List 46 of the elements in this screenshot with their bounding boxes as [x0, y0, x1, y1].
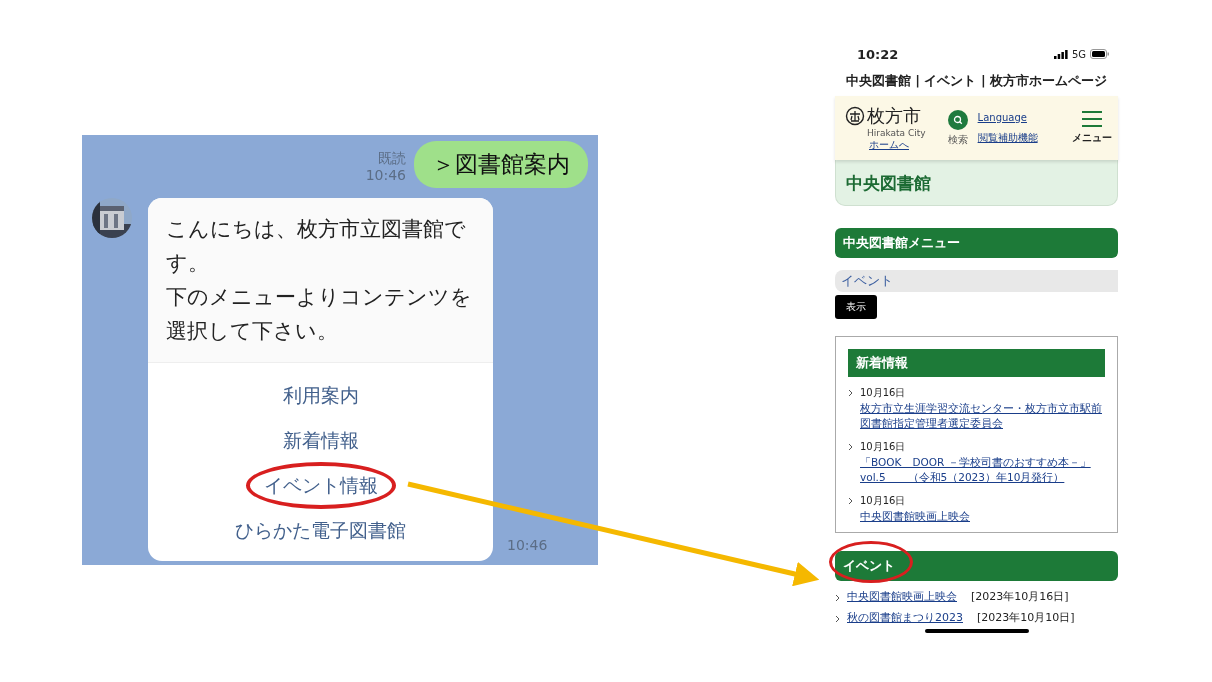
home-link[interactable]: ホームへ	[869, 138, 926, 152]
sent-message: ＞図書館案内	[414, 141, 588, 188]
chevron-icon	[835, 615, 841, 623]
message-text: こんにちは、枚方市立図書館です。	[166, 216, 467, 277]
chevron-icon	[835, 594, 841, 602]
chevron-icon	[848, 497, 854, 505]
news-link[interactable]: 枚方市立生涯学習交流センター・枚方市立市駅前図書館指定管理者選定委員会	[860, 401, 1105, 431]
accessibility-link[interactable]: 閲覧補助機能	[977, 130, 1038, 145]
message-time: 10:46	[507, 537, 548, 553]
status-time: 10:22	[857, 46, 899, 62]
read-label: 既読	[378, 150, 406, 167]
signal-icon	[1053, 49, 1068, 59]
event-heading: イベント	[835, 551, 1118, 581]
news-heading: 新着情報	[848, 349, 1105, 377]
site-logo: 枚方市	[867, 104, 921, 128]
page-heading: 中央図書館	[835, 160, 1118, 206]
network-label: 5G	[1071, 48, 1086, 60]
section-heading: 中央図書館メニュー	[835, 228, 1118, 258]
menu-icon[interactable]	[1082, 111, 1102, 127]
message-text: 下のメニューよりコンテンツを選択して下さい。	[166, 284, 473, 345]
search-icon[interactable]	[947, 109, 968, 130]
logo-subtitle: Hirakata City	[867, 128, 926, 138]
event-date: [2023年10月16日]	[971, 589, 1069, 604]
chevron-icon	[848, 443, 854, 451]
page-title: 中央図書館 | イベント | 枚方市ホームページ	[844, 72, 1109, 90]
event-link[interactable]: 中央図書館映画上映会	[847, 589, 957, 604]
menu-option[interactable]: ひらかた電子図書館	[217, 508, 424, 553]
news-link[interactable]: 「BOOK DOOR －学校司書のおすすめ本－」 vol.5 （令和5（2023）年10月発行）	[860, 455, 1105, 485]
menu-select[interactable]: イベント	[835, 270, 1118, 292]
menu-option[interactable]: 新着情報	[264, 418, 377, 463]
menu-option[interactable]: イベント情報	[245, 463, 396, 508]
message-time: 10:46	[365, 167, 406, 184]
event-link[interactable]: 秋の図書館まつり2023	[847, 610, 963, 625]
search-label: 検索	[947, 132, 968, 147]
menu-option[interactable]: 利用案内	[264, 373, 377, 418]
menu-label: メニュー	[1072, 131, 1112, 145]
news-date: 10月16日	[860, 440, 907, 454]
show-button[interactable]: 表示	[835, 295, 877, 319]
language-link[interactable]: Language	[977, 111, 1038, 123]
news-date: 10月16日	[860, 386, 907, 400]
city-emblem-icon	[845, 106, 865, 126]
battery-icon	[1090, 49, 1110, 59]
news-date: 10月16日	[860, 494, 907, 508]
chevron-icon	[848, 389, 854, 397]
event-date: [2023年10月10日]	[977, 610, 1075, 625]
news-link[interactable]: 中央図書館映画上映会	[860, 509, 1105, 524]
